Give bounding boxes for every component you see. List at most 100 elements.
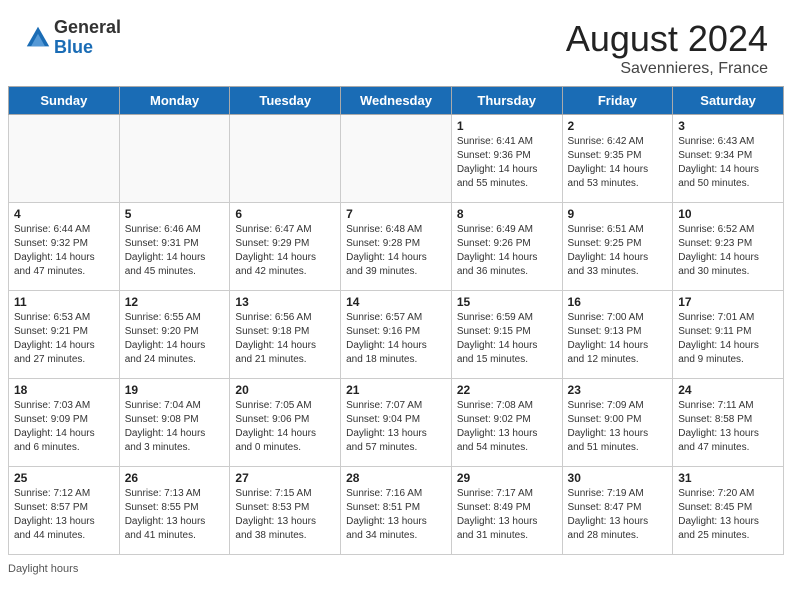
- day-detail: Sunrise: 6:49 AM Sunset: 9:26 PM Dayligh…: [457, 223, 557, 279]
- day-number: 2: [568, 119, 668, 133]
- calendar-cell: 30 Sunrise: 7:19 AM Sunset: 8:47 PM Dayli…: [562, 467, 673, 555]
- calendar-title: August 2024: [566, 18, 768, 60]
- day-number: 14: [346, 295, 446, 309]
- calendar-cell: 10 Sunrise: 6:52 AM Sunset: 9:23 PM Dayli…: [673, 203, 784, 291]
- day-number: 12: [125, 295, 225, 309]
- day-detail: Sunrise: 7:11 AM Sunset: 8:58 PM Dayligh…: [678, 399, 778, 455]
- day-detail: Sunrise: 7:19 AM Sunset: 8:47 PM Dayligh…: [568, 487, 668, 543]
- day-header-tuesday: Tuesday: [230, 87, 341, 115]
- title-block: August 2024 Savennieres, France: [566, 18, 768, 78]
- calendar-body: 1 Sunrise: 6:41 AM Sunset: 9:36 PM Daylig…: [9, 115, 784, 555]
- calendar-cell: 6 Sunrise: 6:47 AM Sunset: 9:29 PM Daylig…: [230, 203, 341, 291]
- day-detail: Sunrise: 7:00 AM Sunset: 9:13 PM Dayligh…: [568, 311, 668, 367]
- day-number: 6: [235, 207, 335, 221]
- calendar-cell: 28Sunrise: 7:16 AM Sunset: 8:51 PM Dayli…: [341, 467, 452, 555]
- daylight-label: Daylight hours: [8, 563, 78, 575]
- calendar-cell: 26 Sunrise: 7:13 AM Sunset: 8:55 PM Dayli…: [119, 467, 230, 555]
- day-header-sunday: Sunday: [9, 87, 120, 115]
- day-number: 5: [125, 207, 225, 221]
- calendar-cell: 1 Sunrise: 6:41 AM Sunset: 9:36 PM Daylig…: [451, 115, 562, 203]
- calendar-cell: [341, 115, 452, 203]
- day-number: 31: [678, 471, 778, 485]
- week-row-3: 11 Sunrise: 6:53 AM Sunset: 9:21 PM Dayli…: [9, 291, 784, 379]
- calendar-header: SundayMondayTuesdayWednesdayThursdayFrid…: [9, 87, 784, 115]
- day-detail: Sunrise: 7:04 AM Sunset: 9:08 PM Dayligh…: [125, 399, 225, 455]
- calendar-cell: 31 Sunrise: 7:20 AM Sunset: 8:45 PM Dayli…: [673, 467, 784, 555]
- calendar-cell: 29Sunrise: 7:17 AM Sunset: 8:49 PM Dayli…: [451, 467, 562, 555]
- day-number: 26: [125, 471, 225, 485]
- calendar-cell: 3Sunrise: 6:43 AM Sunset: 9:34 PM Daylig…: [673, 115, 784, 203]
- day-number: 25: [14, 471, 114, 485]
- day-detail: Sunrise: 6:56 AM Sunset: 9:18 PM Dayligh…: [235, 311, 335, 367]
- day-detail: Sunrise: 6:46 AM Sunset: 9:31 PM Dayligh…: [125, 223, 225, 279]
- calendar-subtitle: Savennieres, France: [566, 60, 768, 78]
- day-number: 19: [125, 383, 225, 397]
- day-number: 15: [457, 295, 557, 309]
- calendar-cell: 11 Sunrise: 6:53 AM Sunset: 9:21 PM Dayli…: [9, 291, 120, 379]
- day-number: 10: [678, 207, 778, 221]
- week-row-4: 18 Sunrise: 7:03 AM Sunset: 9:09 PM Dayli…: [9, 379, 784, 467]
- day-detail: Sunrise: 7:07 AM Sunset: 9:04 PM Dayligh…: [346, 399, 446, 455]
- calendar-cell: 4 Sunrise: 6:44 AM Sunset: 9:32 PM Daylig…: [9, 203, 120, 291]
- logo-general-text: General: [54, 18, 121, 38]
- calendar-cell: 2 Sunrise: 6:42 AM Sunset: 9:35 PM Daylig…: [562, 115, 673, 203]
- day-number: 21: [346, 383, 446, 397]
- day-number: 24: [678, 383, 778, 397]
- day-detail: Sunrise: 6:48 AM Sunset: 9:28 PM Dayligh…: [346, 223, 446, 279]
- calendar-cell: 27Sunrise: 7:15 AM Sunset: 8:53 PM Dayli…: [230, 467, 341, 555]
- day-number: 4: [14, 207, 114, 221]
- page-header: General Blue August 2024 Savennieres, Fr…: [0, 0, 792, 86]
- day-header-wednesday: Wednesday: [341, 87, 452, 115]
- day-number: 7: [346, 207, 446, 221]
- day-number: 20: [235, 383, 335, 397]
- day-number: 18: [14, 383, 114, 397]
- day-detail: Sunrise: 6:55 AM Sunset: 9:20 PM Dayligh…: [125, 311, 225, 367]
- calendar-cell: 19 Sunrise: 7:04 AM Sunset: 9:08 PM Dayli…: [119, 379, 230, 467]
- calendar-cell: [230, 115, 341, 203]
- logo-icon: [24, 24, 52, 52]
- day-number: 9: [568, 207, 668, 221]
- day-detail: Sunrise: 6:52 AM Sunset: 9:23 PM Dayligh…: [678, 223, 778, 279]
- calendar-cell: 24 Sunrise: 7:11 AM Sunset: 8:58 PM Dayli…: [673, 379, 784, 467]
- day-number: 3: [678, 119, 778, 133]
- day-number: 27: [235, 471, 335, 485]
- week-row-5: 25Sunrise: 7:12 AM Sunset: 8:57 PM Dayli…: [9, 467, 784, 555]
- day-detail: Sunrise: 7:03 AM Sunset: 9:09 PM Dayligh…: [14, 399, 114, 455]
- day-header-monday: Monday: [119, 87, 230, 115]
- calendar-cell: 9Sunrise: 6:51 AM Sunset: 9:25 PM Daylig…: [562, 203, 673, 291]
- day-detail: Sunrise: 7:08 AM Sunset: 9:02 PM Dayligh…: [457, 399, 557, 455]
- calendar-cell: 14Sunrise: 6:57 AM Sunset: 9:16 PM Dayli…: [341, 291, 452, 379]
- day-header-friday: Friday: [562, 87, 673, 115]
- calendar-cell: 21 Sunrise: 7:07 AM Sunset: 9:04 PM Dayli…: [341, 379, 452, 467]
- calendar-cell: 23 Sunrise: 7:09 AM Sunset: 9:00 PM Dayli…: [562, 379, 673, 467]
- day-detail: Sunrise: 7:17 AM Sunset: 8:49 PM Dayligh…: [457, 487, 557, 543]
- day-number: 17: [678, 295, 778, 309]
- day-detail: Sunrise: 6:44 AM Sunset: 9:32 PM Dayligh…: [14, 223, 114, 279]
- calendar-cell: 16Sunrise: 7:00 AM Sunset: 9:13 PM Dayli…: [562, 291, 673, 379]
- calendar-table: SundayMondayTuesdayWednesdayThursdayFrid…: [8, 86, 784, 555]
- day-detail: Sunrise: 6:53 AM Sunset: 9:21 PM Dayligh…: [14, 311, 114, 367]
- calendar-cell: 18 Sunrise: 7:03 AM Sunset: 9:09 PM Dayli…: [9, 379, 120, 467]
- day-number: 1: [457, 119, 557, 133]
- calendar-cell: [119, 115, 230, 203]
- day-detail: Sunrise: 7:13 AM Sunset: 8:55 PM Dayligh…: [125, 487, 225, 543]
- day-number: 13: [235, 295, 335, 309]
- calendar-cell: 13 Sunrise: 6:56 AM Sunset: 9:18 PM Dayli…: [230, 291, 341, 379]
- day-header-saturday: Saturday: [673, 87, 784, 115]
- day-detail: Sunrise: 6:59 AM Sunset: 9:15 PM Dayligh…: [457, 311, 557, 367]
- day-detail: Sunrise: 7:09 AM Sunset: 9:00 PM Dayligh…: [568, 399, 668, 455]
- day-number: 28: [346, 471, 446, 485]
- day-detail: Sunrise: 6:47 AM Sunset: 9:29 PM Dayligh…: [235, 223, 335, 279]
- day-detail: Sunrise: 6:41 AM Sunset: 9:36 PM Dayligh…: [457, 135, 557, 191]
- calendar-cell: [9, 115, 120, 203]
- day-detail: Sunrise: 6:42 AM Sunset: 9:35 PM Dayligh…: [568, 135, 668, 191]
- calendar-cell: 5 Sunrise: 6:46 AM Sunset: 9:31 PM Daylig…: [119, 203, 230, 291]
- day-detail: Sunrise: 7:20 AM Sunset: 8:45 PM Dayligh…: [678, 487, 778, 543]
- day-number: 11: [14, 295, 114, 309]
- day-number: 23: [568, 383, 668, 397]
- day-number: 30: [568, 471, 668, 485]
- calendar-cell: 8Sunrise: 6:49 AM Sunset: 9:26 PM Daylig…: [451, 203, 562, 291]
- calendar-cell: 17Sunrise: 7:01 AM Sunset: 9:11 PM Dayli…: [673, 291, 784, 379]
- calendar-cell: 7 Sunrise: 6:48 AM Sunset: 9:28 PM Daylig…: [341, 203, 452, 291]
- day-header-thursday: Thursday: [451, 87, 562, 115]
